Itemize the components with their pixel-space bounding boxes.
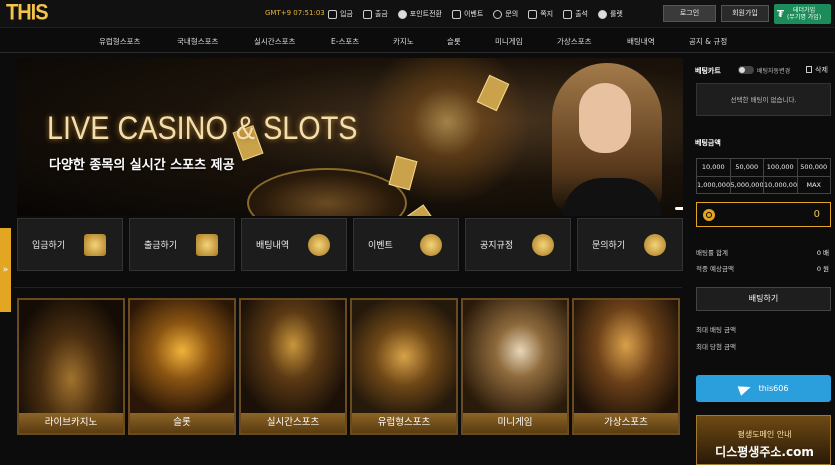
max-bet-label: 최대 배팅 금액 <box>696 326 737 334</box>
topnav-event[interactable]: 이벤트 <box>451 9 483 19</box>
topnav-inquiry[interactable]: 문의 <box>493 9 518 19</box>
telegram-button[interactable]: this606 <box>696 375 831 402</box>
login-button[interactable]: 로그인 <box>663 5 716 22</box>
badge-icon <box>532 234 554 256</box>
auto-change-label: 배팅자동변경 <box>757 68 791 75</box>
max-win-label: 최대 당첨 금액 <box>696 343 737 351</box>
mail-icon <box>528 9 538 19</box>
side-expand-tab[interactable]: » <box>0 228 11 312</box>
server-clock: GMT+9 07:51:03 <box>265 9 325 17</box>
bet-amount-title: 베팅금액 <box>695 139 721 147</box>
nav-bet-history[interactable]: 배팅내역 <box>627 36 655 47</box>
topnav-mail[interactable]: 쪽지 <box>528 9 553 19</box>
calendar-icon <box>563 9 573 19</box>
quick-inquiry[interactable]: 문의하기 <box>577 218 683 271</box>
game-card-slot[interactable]: 슬롯 <box>128 298 236 435</box>
wallet-icon <box>84 234 106 256</box>
reset-icon[interactable] <box>703 209 715 221</box>
amount-grid: 10,000 50,000 100,000 500,000 1,000,000 … <box>696 158 831 194</box>
top-bar: THIS GMT+9 07:51:03 입금 출금 포인트전환 이벤트 문의 쪽… <box>0 0 835 28</box>
deposit-icon <box>328 9 337 19</box>
tether-join-button[interactable]: ₮ 테더가입 (무기명 가입) <box>774 4 831 24</box>
expected-win-row: 적중 예상금액 0 원 <box>696 265 829 273</box>
point-icon <box>397 9 407 19</box>
game-card-live-sports[interactable]: 실시간스포츠 <box>239 298 347 435</box>
domain-promo-banner[interactable]: 평생도메인 안내 디스평생주소.com <box>696 415 831 465</box>
soccer-ball-image <box>352 300 456 413</box>
nav-minigame[interactable]: 미니게임 <box>495 36 523 47</box>
slot-machine-image <box>130 300 234 413</box>
place-bet-button[interactable]: 배팅하기 <box>696 287 831 311</box>
nav-domestic-sports[interactable]: 국내형스포츠 <box>177 36 218 47</box>
topnav-attendance[interactable]: 출석 <box>563 9 588 19</box>
game-card-live-casino[interactable]: 라이브카지노 <box>17 298 125 435</box>
trophy-image <box>241 300 345 413</box>
double-chevron-icon: » <box>2 265 9 275</box>
nav-slot[interactable]: 슬롯 <box>447 36 461 47</box>
amount-10000-button[interactable]: 10,000 <box>697 159 730 176</box>
banner-subtitle: 다양한 종목의 실시간 스포츠 제공 <box>49 158 235 173</box>
roulette-icon <box>597 9 607 19</box>
coins-stack-icon <box>644 234 666 256</box>
auto-change-toggle[interactable] <box>738 66 754 74</box>
tether-icon: ₮ <box>777 8 784 20</box>
playing-cards-image <box>463 300 567 413</box>
betslip-empty-message: 선택한 배팅이 없습니다. <box>696 83 831 116</box>
coin-icon <box>420 234 442 256</box>
quick-withdraw[interactable]: 출금하기 <box>129 218 235 271</box>
hero-banner[interactable]: LIVE CASINO & SLOTS 다양한 종목의 실시간 스포츠 제공 <box>17 58 683 216</box>
amount-10000000-button[interactable]: 10,000,000 <box>764 176 797 193</box>
bet-amount-input[interactable]: 0 <box>696 202 831 227</box>
topnav-withdraw[interactable]: 출금 <box>362 9 388 19</box>
quick-deposit[interactable]: 입금하기 <box>17 218 123 271</box>
nav-esports[interactable]: E-스포츠 <box>331 36 359 47</box>
headset-icon <box>493 9 503 19</box>
nav-notice-rules[interactable]: 공지 & 규정 <box>689 36 727 47</box>
withdraw-icon <box>362 9 372 19</box>
atm-icon <box>196 234 218 256</box>
horse-racing-image <box>574 300 678 413</box>
top-nav: 입금 출금 포인트전환 이벤트 문의 쪽지 출석 룰렛 <box>328 0 633 28</box>
banner-title: LIVE CASINO & SLOTS <box>47 110 358 146</box>
logo[interactable]: THIS <box>6 1 49 26</box>
join-button[interactable]: 회원가입 <box>721 5 769 22</box>
amount-500000-button[interactable]: 500,000 <box>797 159 830 176</box>
total-odds-row: 배팅률 합계 0 배 <box>696 249 829 257</box>
bet-amount-value: 0 <box>813 209 820 220</box>
slide-indicator[interactable] <box>675 207 683 210</box>
model-face <box>579 83 631 153</box>
tether-label: 테더가입 (무기명 가입) <box>786 7 822 21</box>
nav-casino[interactable]: 카지노 <box>393 36 414 47</box>
amount-100000-button[interactable]: 100,000 <box>764 159 797 176</box>
nav-live-sports[interactable]: 실시간스포츠 <box>254 36 295 47</box>
amount-1000000-button[interactable]: 1,000,000 <box>697 176 730 193</box>
main-nav: 유럽형스포츠 국내형스포츠 실시간스포츠 E-스포츠 카지노 슬롯 미니게임 가… <box>0 28 835 53</box>
topnav-deposit[interactable]: 입금 <box>328 9 353 19</box>
game-card-virtual-sports[interactable]: 가상스포츠 <box>572 298 680 435</box>
amount-5000000-button[interactable]: 5,000,000 <box>730 176 763 193</box>
game-card-minigame[interactable]: 미니게임 <box>461 298 569 435</box>
nav-virtual-sports[interactable]: 가상스포츠 <box>557 36 592 47</box>
amount-50000-button[interactable]: 50,000 <box>730 159 763 176</box>
trash-icon <box>806 66 812 73</box>
nav-european-sports[interactable]: 유럽형스포츠 <box>99 36 140 47</box>
quick-event[interactable]: 이벤트 <box>353 218 459 271</box>
telegram-icon <box>737 381 752 396</box>
divider <box>14 287 682 288</box>
gift-icon <box>451 9 461 19</box>
betslip-title: 베팅카트 <box>695 67 721 75</box>
topnav-point[interactable]: 포인트전환 <box>397 9 442 19</box>
quick-bet-history[interactable]: 배팅내역 <box>241 218 347 271</box>
topnav-roulette[interactable]: 룰렛 <box>597 9 623 19</box>
quick-notice[interactable]: 공지규정 <box>465 218 571 271</box>
medal-icon <box>308 234 330 256</box>
delete-button[interactable]: 삭제 <box>806 65 828 75</box>
roulette-image <box>19 300 123 413</box>
game-card-european-sports[interactable]: 유럽형스포츠 <box>350 298 458 435</box>
amount-max-button[interactable]: MAX <box>797 176 830 193</box>
